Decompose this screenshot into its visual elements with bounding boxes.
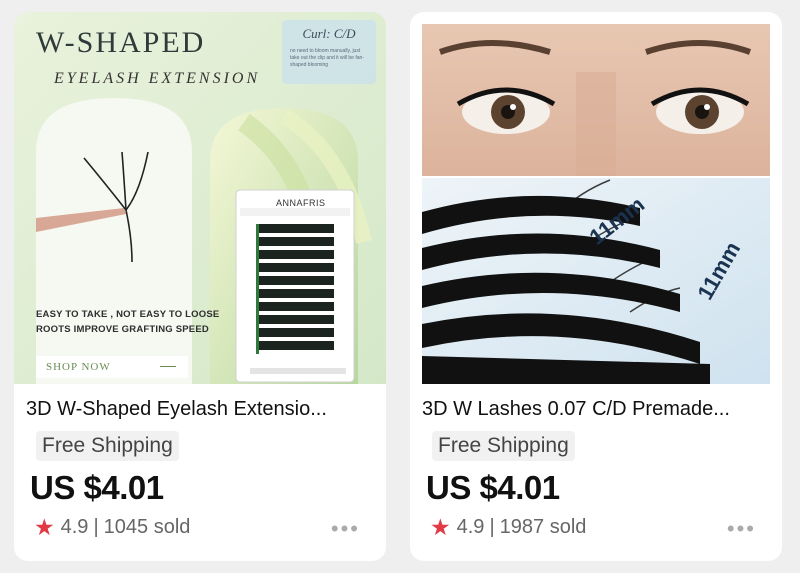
product-title[interactable]: 3D W Lashes 0.07 C/D Premade... <box>422 398 774 421</box>
product-title[interactable]: 3D W-Shaped Eyelash Extensio... <box>26 398 378 421</box>
curl-label: Curl: C/D <box>302 26 356 41</box>
product-card[interactable]: 11mm 11mm 3D W Lashes 0.07 C/D Premade..… <box>410 12 782 561</box>
product-price: US $4.01 <box>30 469 164 506</box>
image-headline: W-SHAPED <box>36 26 206 59</box>
free-shipping-badge: Free Shipping <box>36 431 179 461</box>
free-shipping-badge: Free Shipping <box>432 431 575 461</box>
shop-now-graphic: SHOP NOW <box>36 356 188 378</box>
product-price: US $4.01 <box>426 469 560 506</box>
sold-count: 1987 sold <box>499 516 587 538</box>
image-feature-line-1: EASY TO TAKE , NOT EASY TO LOOSE <box>36 309 220 320</box>
rating-row: ★ 4.9 | 1987 sold <box>430 516 586 539</box>
rating-value: 4.9 <box>60 516 89 538</box>
product-image[interactable]: W-SHAPED EYELASH EXTENSION Curl: C/D no … <box>14 12 386 384</box>
rating-value: 4.9 <box>456 516 485 538</box>
curl-box: Curl: C/D no need to bloom manually, jus… <box>282 20 376 84</box>
rating-row: ★ 4.9 | 1045 sold <box>34 516 190 539</box>
brand-label: ANNAFRIS <box>276 198 326 208</box>
star-icon: ★ <box>430 514 451 540</box>
curl-note: no need to bloom manually, just take out… <box>290 48 364 68</box>
image-feature-line-2: ROOTS IMPROVE GRAFTING SPEED <box>36 324 209 335</box>
product-card[interactable]: W-SHAPED EYELASH EXTENSION Curl: C/D no … <box>14 12 386 561</box>
product-image-art <box>422 24 770 384</box>
image-subheadline: EYELASH EXTENSION <box>54 70 261 87</box>
arrow-icon <box>160 366 176 367</box>
more-dots-icon[interactable]: ••• <box>331 518 360 540</box>
product-image[interactable]: 11mm 11mm <box>410 12 782 384</box>
more-dots-icon[interactable]: ••• <box>727 518 756 540</box>
sold-count: 1045 sold <box>103 516 191 538</box>
rating-separator: | <box>489 516 495 538</box>
star-icon: ★ <box>34 514 55 540</box>
rating-separator: | <box>93 516 99 538</box>
shop-now-label: SHOP NOW <box>46 361 111 373</box>
